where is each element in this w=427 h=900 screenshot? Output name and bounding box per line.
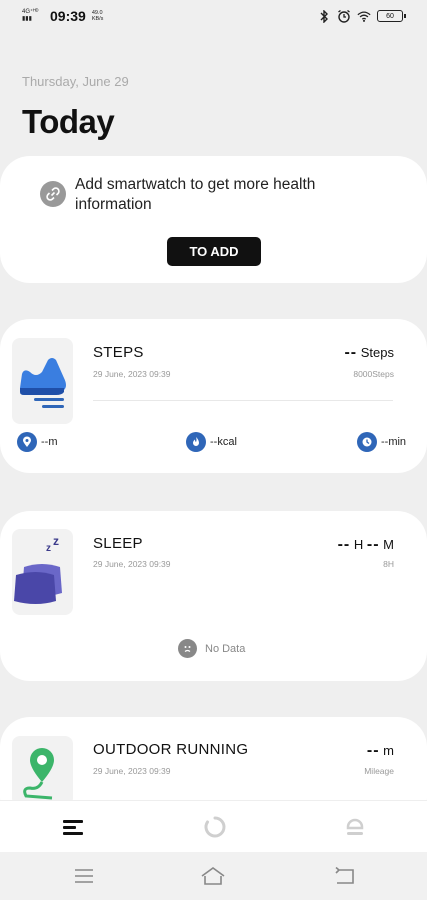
running-value: -- m: [367, 742, 394, 760]
sleep-title: SLEEP: [93, 535, 143, 552]
running-date: 29 June, 2023 09:39: [93, 766, 171, 776]
menu-icon: [75, 869, 93, 883]
tab-profile[interactable]: [341, 813, 369, 841]
link-icon: [40, 181, 66, 207]
steps-count: --: [344, 344, 358, 361]
running-unit: m: [383, 743, 394, 758]
running-distance: --: [366, 742, 380, 759]
no-data-indicator: No Data: [178, 639, 245, 658]
tab-activity[interactable]: [201, 813, 229, 841]
svg-text:z: z: [46, 543, 51, 554]
sleep-date: 29 June, 2023 09:39: [93, 559, 171, 569]
sleep-minutes: --: [366, 536, 380, 553]
status-time: 09:39: [50, 8, 86, 24]
steps-date: 29 June, 2023 09:39: [93, 369, 171, 379]
tab-today[interactable]: [59, 813, 87, 841]
bluetooth-icon: [317, 9, 331, 23]
no-data-label: No Data: [205, 642, 246, 655]
status-bar: 4G⁺ᴴᴰ ▮▮▮ 09:39 49.0 KB/s 60: [0, 0, 427, 34]
network-speed: 49.0 KB/s: [91, 10, 104, 22]
svg-text:z: z: [53, 534, 59, 548]
duration-metric: --min: [357, 432, 406, 452]
distance-value: --m: [41, 436, 58, 448]
to-add-button[interactable]: TO ADD: [167, 237, 261, 266]
running-thumbnail: [12, 736, 73, 806]
sad-face-icon: [178, 639, 197, 658]
steps-goal: 8000Steps: [353, 369, 394, 379]
sleep-hours-unit: H: [353, 537, 364, 552]
calories-value: --kcal: [210, 436, 237, 448]
add-device-message: Add smartwatch to get more health inform…: [75, 176, 316, 213]
back-icon: [335, 867, 354, 884]
system-nav-bar: [0, 852, 427, 900]
home-icon: [201, 867, 225, 885]
steps-title: STEPS: [93, 344, 144, 361]
activity-ring-icon: [204, 816, 226, 838]
network-indicator: 4G⁺ᴴᴰ ▮▮▮: [22, 9, 39, 22]
home-nav-button[interactable]: [200, 864, 226, 888]
wifi-icon: [357, 9, 371, 23]
sneaker-icon: [20, 358, 66, 408]
flame-icon: [186, 432, 206, 452]
profile-icon: [346, 818, 364, 835]
running-title: OUTDOOR RUNNING: [93, 741, 249, 758]
list-icon: [63, 820, 83, 835]
calories-metric: --kcal: [186, 432, 237, 452]
steps-thumbnail: [12, 338, 73, 424]
location-pin-icon: [17, 432, 37, 452]
bottom-tab-bar: [0, 800, 427, 852]
sleep-minutes-unit: M: [383, 537, 394, 552]
back-nav-button[interactable]: [331, 864, 357, 888]
duration-value: --min: [381, 436, 407, 448]
sleep-hours: --: [337, 536, 351, 553]
sleep-goal: 8H: [383, 559, 394, 569]
running-sub: Mileage: [364, 766, 394, 776]
clock-icon: [357, 432, 377, 452]
map-pin-icon: [23, 748, 54, 800]
battery-indicator: 60: [377, 10, 406, 22]
current-date: Thursday, June 29: [22, 74, 129, 89]
menu-nav-button[interactable]: [71, 864, 97, 888]
pillow-icon: z z: [14, 534, 62, 604]
divider: [93, 400, 393, 401]
steps-value: -- Steps: [344, 344, 394, 362]
page-title: Today: [22, 103, 115, 140]
distance-metric: --m: [17, 432, 58, 452]
sleep-thumbnail: z z: [12, 529, 73, 615]
alarm-icon: [337, 9, 351, 23]
steps-unit: Steps: [360, 345, 394, 360]
sleep-value: -- H -- M: [338, 536, 394, 554]
